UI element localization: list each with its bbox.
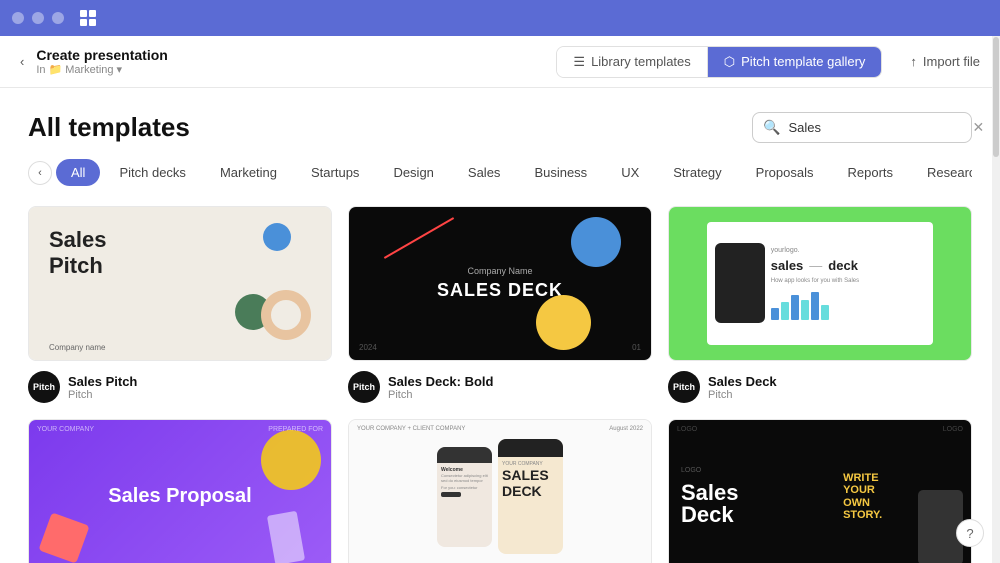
filter-business[interactable]: Business	[519, 159, 602, 186]
filter-sales[interactable]: Sales	[453, 159, 516, 186]
breadcrumb-prefix: In	[36, 64, 45, 76]
traffic-light-close[interactable]	[12, 12, 24, 24]
traffic-light-maximize[interactable]	[52, 12, 64, 24]
template-card-async-sales-deck[interactable]: LOGO Sales Deck WRITEYOUROWNSTORY. LOGO …	[668, 419, 972, 563]
library-icon: ☰	[573, 54, 585, 70]
tab-group: ☰ Library templates ⬡ Pitch template gal…	[556, 46, 882, 78]
clear-search-button[interactable]: ✕	[972, 119, 984, 136]
card2-num: 01	[632, 343, 641, 352]
tab-library[interactable]: ☰ Library templates	[557, 47, 706, 77]
template-thumb-4: YOUR COMPANY PREPARED FOR Sales Proposal	[28, 419, 332, 563]
filter-research[interactable]: Research	[912, 159, 972, 186]
search-icon: 🔍	[763, 119, 780, 136]
card1-ring	[261, 290, 311, 340]
filter-proposals[interactable]: Proposals	[741, 159, 829, 186]
card5-phone2: YOUR COMPANY SALES DECK	[498, 439, 563, 554]
template-thumb-3: yourlogo. sales — deck How app looks for…	[668, 206, 972, 361]
card1-subtitle: Company name	[49, 343, 105, 352]
create-presentation-title: Create presentation	[36, 47, 167, 63]
card2-year: 2024	[359, 343, 377, 352]
breadcrumb-folder: Marketing	[65, 64, 113, 76]
card3-inner: yourlogo. sales — deck How app looks for…	[707, 222, 934, 344]
filter-design[interactable]: Design	[378, 159, 448, 186]
scrollbar[interactable]	[992, 36, 1000, 563]
pitch-logo-1: Pitch	[28, 371, 60, 403]
card4-shape1	[261, 430, 321, 490]
pitch-logo-2: Pitch	[348, 371, 380, 403]
template-card-sales-proposal[interactable]: YOUR COMPANY PREPARED FOR Sales Proposal…	[28, 419, 332, 563]
template-thumb-5: YOUR COMPANY + CLIENT COMPANY August 202…	[348, 419, 652, 563]
card2-co: Company Name	[467, 266, 532, 276]
card4-shape2	[38, 512, 89, 563]
template-card-sales-deck-bold[interactable]: Company Name SALES DECK 2024 01 Pitch Sa…	[348, 206, 652, 403]
card2-line	[384, 217, 454, 259]
import-button[interactable]: ↑ Import file	[910, 54, 980, 69]
tab-pitch[interactable]: ⬡ Pitch template gallery	[707, 47, 882, 77]
help-icon: ?	[966, 526, 973, 541]
filter-nav-prev[interactable]: ‹	[28, 161, 52, 185]
template-source-3: Pitch	[708, 389, 777, 401]
card5-phone1: Welcome Consectetur adipiscing elit sed …	[437, 447, 492, 547]
main-content: All templates 🔍 ✕ ‹ All Pitch decks Mark…	[0, 88, 1000, 563]
folder-icon: 📁	[49, 63, 63, 76]
back-arrow-icon: ‹	[20, 54, 24, 69]
import-label: Import file	[923, 54, 980, 69]
card3-content: yourlogo. sales — deck How app looks for…	[771, 247, 926, 319]
card2-title: SALES DECK	[437, 280, 563, 301]
template-thumb-2: Company Name SALES DECK 2024 01	[348, 206, 652, 361]
template-source-2: Pitch	[388, 389, 494, 401]
template-grid: SalesPitch Company name Pitch Sales Pitc…	[28, 206, 972, 563]
template-card-simple-sales-deck[interactable]: YOUR COMPANY + CLIENT COMPANY August 202…	[348, 419, 652, 563]
card2-blue-circle	[571, 217, 621, 267]
traffic-light-minimize[interactable]	[32, 12, 44, 24]
pitch-icon: ⬡	[724, 54, 735, 70]
content-header: All templates 🔍 ✕	[28, 112, 972, 143]
filter-reports[interactable]: Reports	[832, 159, 908, 186]
filter-startups[interactable]: Startups	[296, 159, 374, 186]
template-source-1: Pitch	[68, 389, 137, 401]
card3-phone	[715, 243, 765, 323]
page-title: All templates	[28, 112, 190, 143]
app-grid-icon[interactable]	[80, 10, 96, 26]
filter-ux[interactable]: UX	[606, 159, 654, 186]
card2-yellow-circle	[536, 295, 591, 350]
card4-label: YOUR COMPANY	[37, 426, 94, 433]
template-name-3: Sales Deck	[708, 374, 777, 389]
filter-tabs: ‹ All Pitch decks Marketing Startups Des…	[28, 159, 972, 186]
back-button[interactable]: ‹	[20, 54, 24, 69]
search-input[interactable]	[788, 120, 964, 135]
card1-blue-circle	[263, 223, 291, 251]
appbar: ‹ Create presentation In 📁 Marketing ▾ ☰…	[0, 36, 1000, 88]
template-name-2: Sales Deck: Bold	[388, 374, 494, 389]
template-info-1: Pitch Sales Pitch Pitch	[28, 371, 332, 403]
template-card-sales-deck[interactable]: yourlogo. sales — deck How app looks for…	[668, 206, 972, 403]
template-info-3: Pitch Sales Deck Pitch	[668, 371, 972, 403]
filter-strategy[interactable]: Strategy	[658, 159, 736, 186]
titlebar	[0, 0, 1000, 36]
breadcrumb-area: Create presentation In 📁 Marketing ▾	[36, 47, 167, 76]
import-icon: ↑	[910, 54, 917, 69]
tab-library-label: Library templates	[591, 54, 691, 69]
help-button[interactable]: ?	[956, 519, 984, 547]
filter-all[interactable]: All	[56, 159, 100, 186]
breadcrumb: In 📁 Marketing ▾	[36, 63, 167, 76]
filter-marketing[interactable]: Marketing	[205, 159, 292, 186]
pitch-logo-3: Pitch	[668, 371, 700, 403]
filter-pitch-decks[interactable]: Pitch decks	[104, 159, 200, 186]
template-card-sales-pitch[interactable]: SalesPitch Company name Pitch Sales Pitc…	[28, 206, 332, 403]
template-name-1: Sales Pitch	[68, 374, 137, 389]
card6-left: LOGO Sales Deck	[669, 420, 835, 563]
tab-pitch-label: Pitch template gallery	[741, 54, 865, 69]
card1-title-text: SalesPitch	[49, 227, 107, 280]
template-thumb-6: LOGO Sales Deck WRITEYOUROWNSTORY. LOGO …	[668, 419, 972, 563]
card4-shape3	[267, 511, 305, 563]
scrollbar-thumb[interactable]	[993, 37, 999, 157]
search-bar: 🔍 ✕	[752, 112, 972, 143]
template-info-2: Pitch Sales Deck: Bold Pitch	[348, 371, 652, 403]
breadcrumb-chevron: ▾	[117, 63, 123, 76]
template-thumb-1: SalesPitch Company name	[28, 206, 332, 361]
card4-title: Sales Proposal	[108, 485, 251, 508]
